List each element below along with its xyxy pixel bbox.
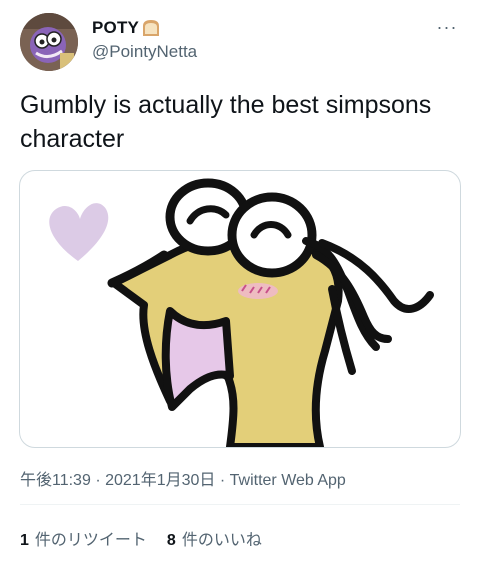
tweet-image[interactable] xyxy=(19,170,461,448)
tweet-meta: 午後11:39 · 2021年1月30日 · Twitter Web App xyxy=(20,466,346,490)
heart-icon xyxy=(49,203,109,261)
author-handle[interactable]: @PointyNetta xyxy=(92,42,197,62)
tweet-date[interactable]: 2021年1月30日 xyxy=(105,472,215,489)
meta-separator: · xyxy=(219,472,226,489)
likes-label: 件のいいね xyxy=(181,532,262,549)
tweet-header: POTY @PointyNetta ··· xyxy=(0,0,480,80)
tweet-source[interactable]: Twitter Web App xyxy=(230,472,346,489)
retweets-label: 件のリツイート xyxy=(34,532,147,549)
likes-count: 8 xyxy=(166,532,176,549)
divider xyxy=(20,504,460,505)
likes-stat[interactable]: 8 件のいいね xyxy=(167,526,262,550)
author-display-name[interactable]: POTY xyxy=(92,18,139,38)
tweet-stats: 1 件のリツイート 8 件のいいね xyxy=(20,526,262,550)
retweets-stat[interactable]: 1 件のリツイート xyxy=(20,526,147,550)
more-options-icon[interactable]: ··· xyxy=(432,15,462,39)
tweet-text: Gumbly is actually the best simpsons cha… xyxy=(20,91,432,153)
bread-emoji-icon xyxy=(143,20,160,36)
retweets-count: 1 xyxy=(20,532,29,549)
avatar[interactable] xyxy=(20,13,78,71)
gumbly-drawing xyxy=(49,178,434,447)
tweet-time[interactable]: 午後11:39 xyxy=(20,472,91,489)
meta-separator: · xyxy=(95,472,101,489)
avatar-image xyxy=(20,13,78,71)
